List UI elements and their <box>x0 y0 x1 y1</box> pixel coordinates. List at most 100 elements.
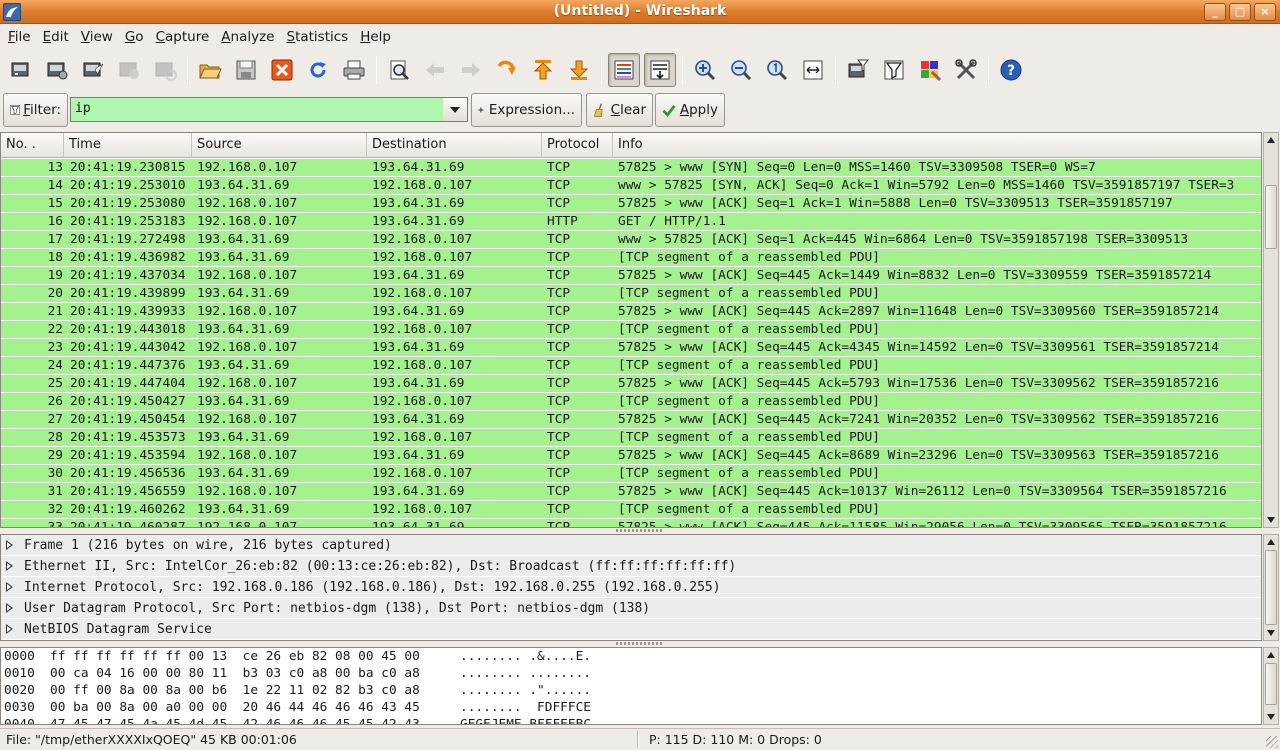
zoom-normal-icon[interactable] <box>761 53 793 87</box>
column-header-no[interactable]: No. . <box>1 133 64 158</box>
capture-options-icon[interactable] <box>41 53 73 87</box>
go-first-icon[interactable] <box>527 53 559 87</box>
help-icon[interactable]: ? <box>995 53 1027 87</box>
packet-details-pane[interactable]: Frame 1 (216 bytes on wire, 216 bytes ca… <box>0 534 1262 641</box>
packet-row[interactable]: 20 20:41:19.439899 193.64.31.69 192.168.0.1… <box>1 285 1261 303</box>
packet-list-scrollbar[interactable] <box>1263 132 1279 528</box>
packet-row[interactable]: 21 20:41:19.439933 192.168.0.107 193.64.31.… <box>1 303 1261 321</box>
packet-row[interactable]: 19 20:41:19.437034 192.168.0.107 193.64.31.… <box>1 267 1261 285</box>
packet-row[interactable]: 16 20:41:19.253183 192.168.0.107 193.64.31.… <box>1 213 1261 231</box>
filter-history-dropdown[interactable] <box>443 97 468 122</box>
hex-dump-row[interactable]: 0010 00 ca 04 16 00 00 80 11 b3 03 c0 a8 … <box>1 665 1261 682</box>
reload-icon[interactable] <box>302 53 334 87</box>
display-filters-icon[interactable] <box>878 53 910 87</box>
close-window-button[interactable]: × <box>1254 3 1276 21</box>
zoom-out-icon[interactable] <box>725 53 757 87</box>
column-header-info[interactable]: Info <box>613 133 1261 158</box>
menu-view[interactable]: View <box>75 26 119 48</box>
packet-list[interactable]: No. . Time Source Destination Protocol I… <box>0 132 1262 528</box>
column-header-source[interactable]: Source <box>192 133 367 158</box>
detail-row-frame[interactable]: Frame 1 (216 bytes on wire, 216 bytes ca… <box>1 535 1261 556</box>
packet-row[interactable]: 32 20:41:19.460262 193.64.31.69 192.168.0.1… <box>1 501 1261 519</box>
expand-triangle-icon[interactable] <box>6 561 13 571</box>
expand-triangle-icon[interactable] <box>6 540 13 550</box>
display-filter-input[interactable]: ip <box>70 97 444 122</box>
packet-row[interactable]: 33 20:41:19.460287 192.168.0.107 193.64.31.… <box>1 519 1261 527</box>
hex-dump-row[interactable]: 0030 00 ba 00 8a 00 a0 00 00 20 46 44 46 … <box>1 699 1261 716</box>
packet-bytes-pane[interactable]: 0000 ff ff ff ff ff ff 00 13 ce 26 eb 82 … <box>0 647 1262 725</box>
zoom-in-icon[interactable] <box>689 53 721 87</box>
apply-filter-button[interactable]: Apply <box>655 93 725 127</box>
packet-row[interactable]: 18 20:41:19.436982 193.64.31.69 192.168.0.1… <box>1 249 1261 267</box>
minimize-button[interactable]: _ <box>1204 3 1226 21</box>
maximize-button[interactable]: □ <box>1229 3 1251 21</box>
expand-triangle-icon[interactable] <box>6 624 13 634</box>
print-icon[interactable] <box>338 53 370 87</box>
coloring-rules-icon[interactable] <box>914 53 946 87</box>
interface-list-icon[interactable] <box>5 53 37 87</box>
pane-splitter[interactable] <box>0 641 1280 646</box>
pane-splitter[interactable] <box>0 528 1280 533</box>
packet-row[interactable]: 15 20:41:19.253080 192.168.0.107 193.64.31.… <box>1 195 1261 213</box>
go-to-packet-icon[interactable] <box>491 53 523 87</box>
packet-row[interactable]: 26 20:41:19.450427 193.64.31.69 192.168.0.1… <box>1 393 1261 411</box>
column-header-destination[interactable]: Destination <box>367 133 542 158</box>
preferences-icon[interactable] <box>950 53 982 87</box>
hex-dump-row[interactable]: 0020 00 ff 00 8a 00 8a 00 b6 1e 22 11 02 … <box>1 682 1261 699</box>
find-packet-icon[interactable] <box>383 53 415 87</box>
menu-edit[interactable]: Edit <box>37 26 75 48</box>
scroll-down-arrow-icon[interactable] <box>1264 710 1278 724</box>
packet-row[interactable]: 31 20:41:19.456559 192.168.0.107 193.64.31.… <box>1 483 1261 501</box>
scroll-up-arrow-icon[interactable] <box>1264 648 1278 662</box>
packet-row[interactable]: 29 20:41:19.453594 192.168.0.107 193.64.31.… <box>1 447 1261 465</box>
menu-statistics[interactable]: Statistics <box>280 26 354 48</box>
start-capture-icon[interactable] <box>77 53 109 87</box>
packet-row[interactable]: 27 20:41:19.450454 192.168.0.107 193.64.31.… <box>1 411 1261 429</box>
scroll-up-arrow-icon[interactable] <box>1264 535 1278 549</box>
expression-button[interactable]: Expression... <box>471 93 582 127</box>
details-scroll-thumb[interactable] <box>1265 550 1277 625</box>
autoscroll-icon[interactable] <box>644 53 676 87</box>
menu-go[interactable]: Go <box>119 26 150 48</box>
scroll-down-arrow-icon[interactable] <box>1264 513 1278 527</box>
column-header-protocol[interactable]: Protocol <box>542 133 613 158</box>
expand-triangle-icon[interactable] <box>6 582 13 592</box>
go-back-icon[interactable] <box>419 53 451 87</box>
title-bar[interactable]: (Untitled) - Wireshark _ □ × <box>0 0 1280 24</box>
resize-grip-icon[interactable] <box>1266 736 1278 748</box>
go-last-icon[interactable] <box>563 53 595 87</box>
resize-columns-icon[interactable] <box>797 53 829 87</box>
packet-row[interactable]: 14 20:41:19.253010 193.64.31.69 192.168.0.1… <box>1 177 1261 195</box>
packet-row[interactable]: 13 20:41:19.230815 192.168.0.107 193.64.31.… <box>1 159 1261 177</box>
packet-row[interactable]: 25 20:41:19.447404 192.168.0.107 193.64.31.… <box>1 375 1261 393</box>
detail-row-ip[interactable]: Internet Protocol, Src: 192.168.0.186 (1… <box>1 577 1261 598</box>
scroll-down-arrow-icon[interactable] <box>1264 626 1278 640</box>
restart-capture-icon[interactable] <box>149 53 181 87</box>
filter-button[interactable]: Filter: <box>3 93 68 127</box>
packet-list-scroll-thumb[interactable] <box>1265 185 1277 249</box>
clear-filter-button[interactable]: Clear <box>586 93 653 127</box>
save-file-icon[interactable] <box>230 53 262 87</box>
detail-row-netbios[interactable]: NetBIOS Datagram Service <box>1 619 1261 640</box>
packet-row[interactable]: 17 20:41:19.272498 193.64.31.69 192.168.0.1… <box>1 231 1261 249</box>
hex-dump-row[interactable]: 0040 47 45 47 45 4a 45 4d 45 42 46 46 46 … <box>1 716 1261 724</box>
stop-capture-icon[interactable] <box>113 53 145 87</box>
hex-dump-row[interactable]: 0000 ff ff ff ff ff ff 00 13 ce 26 eb 82 … <box>1 648 1261 665</box>
detail-row-udp[interactable]: User Datagram Protocol, Src Port: netbio… <box>1 598 1261 619</box>
details-scrollbar[interactable] <box>1263 534 1279 641</box>
open-file-icon[interactable] <box>194 53 226 87</box>
close-file-icon[interactable] <box>266 53 298 87</box>
detail-row-ethernet[interactable]: Ethernet II, Src: IntelCor_26:eb:82 (00:… <box>1 556 1261 577</box>
packet-row[interactable]: 28 20:41:19.453573 193.64.31.69 192.168.0.1… <box>1 429 1261 447</box>
column-header-time[interactable]: Time <box>64 133 192 158</box>
expand-triangle-icon[interactable] <box>6 603 13 613</box>
bytes-scroll-thumb[interactable] <box>1265 663 1277 705</box>
menu-analyze[interactable]: Analyze <box>215 26 280 48</box>
packet-row[interactable]: 30 20:41:19.456536 193.64.31.69 192.168.0.1… <box>1 465 1261 483</box>
menu-help[interactable]: Help <box>354 26 397 48</box>
scroll-up-arrow-icon[interactable] <box>1264 133 1278 147</box>
packet-row[interactable]: 23 20:41:19.443042 192.168.0.107 193.64.31.… <box>1 339 1261 357</box>
menu-capture[interactable]: Capture <box>150 26 216 48</box>
go-forward-icon[interactable] <box>455 53 487 87</box>
menu-file[interactable]: File <box>2 26 37 48</box>
